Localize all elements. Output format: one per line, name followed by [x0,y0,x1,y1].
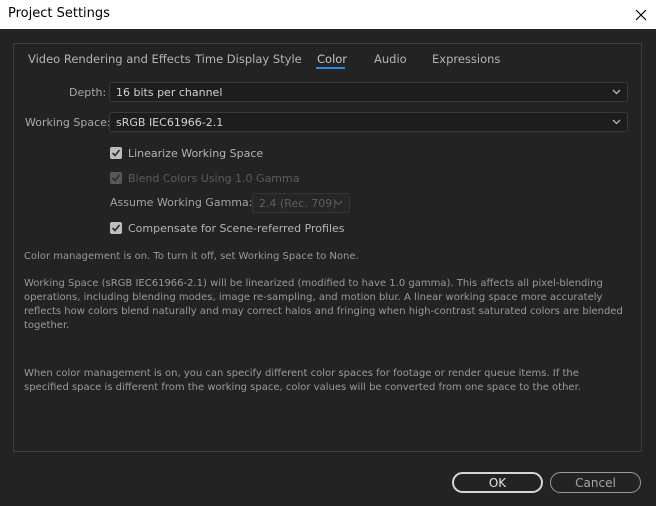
compensate-label: Compensate for Scene-referred Profiles [128,221,345,235]
checkmark-icon [111,174,121,182]
ok-button[interactable]: OK [452,472,543,493]
gamma-value: 2.4 (Rec. 709) [259,197,337,210]
depth-value: 16 bits per channel [116,86,223,99]
linearize-checkbox[interactable] [110,147,122,159]
depth-label: Depth: [69,86,107,99]
linearize-label: Linearize Working Space [128,146,264,160]
tab-video-rendering[interactable]: Video Rendering and Effects [28,52,191,66]
window-title: Project Settings [8,6,110,21]
blend-label: Blend Colors Using 1.0 Gamma [128,171,300,185]
tab-audio[interactable]: Audio [374,52,407,66]
gamma-dropdown: 2.4 (Rec. 709) [252,193,350,213]
color-management-status-text: Color management is on. To turn it off, … [24,251,359,262]
footage-color-space-info-text: When color management is on, you can spe… [24,368,581,393]
cancel-button[interactable]: Cancel [550,472,641,493]
linearization-info-text: Working Space (sRGB IEC61966-2.1) will b… [24,278,623,331]
close-icon [635,9,647,20]
compensate-checkbox[interactable] [110,222,122,234]
title-bar: Project Settings [0,0,656,29]
checkmark-icon [111,149,121,157]
tab-expressions[interactable]: Expressions [432,52,500,66]
working-space-dropdown[interactable]: sRGB IEC61966-2.1 [109,112,628,132]
chevron-down-icon [334,200,343,206]
tab-color[interactable]: Color [317,52,347,66]
working-space-label: Working Space: [25,116,111,129]
active-tab-indicator [316,67,345,69]
gamma-label: Assume Working Gamma: [110,196,253,209]
compensate-checkbox-row[interactable]: Compensate for Scene-referred Profiles [110,220,345,236]
working-space-value: sRGB IEC61966-2.1 [116,116,224,129]
blend-checkbox-row: Blend Colors Using 1.0 Gamma [110,170,299,186]
chevron-down-icon [612,89,621,95]
close-button[interactable] [626,0,656,29]
depth-dropdown[interactable]: 16 bits per channel [109,82,628,102]
linearize-checkbox-row[interactable]: Linearize Working Space [110,145,263,161]
checkmark-icon [111,224,121,232]
tab-time-display-style[interactable]: Time Display Style [195,52,302,66]
chevron-down-icon [612,119,621,125]
blend-checkbox [110,172,122,184]
